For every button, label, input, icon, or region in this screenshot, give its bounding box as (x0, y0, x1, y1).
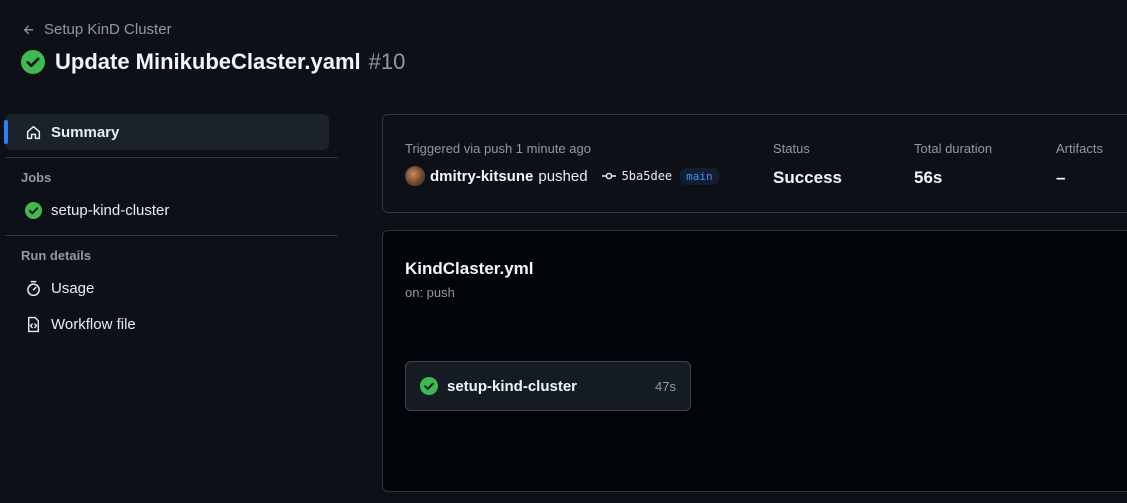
workflow-run-page: Setup KinD Cluster Update MinikubeClaste… (0, 0, 1127, 503)
commit-link[interactable]: 5ba5dee (601, 168, 673, 184)
artifacts-label: Artifacts (1056, 141, 1103, 156)
check-circle-fill-icon (420, 377, 438, 395)
sidebar-item-label: Summary (51, 123, 120, 141)
job-duration: 47s (655, 378, 676, 394)
commit-sha: 5ba5dee (621, 169, 673, 183)
branch-badge[interactable]: main (680, 167, 719, 185)
run-title-text: Update MinikubeClaster.yaml (55, 49, 361, 74)
sidebar-item-summary[interactable]: Summary (4, 114, 329, 150)
page-title: Update MinikubeClaster.yaml #10 (21, 49, 405, 75)
action-text: pushed (538, 167, 588, 185)
git-commit-icon (601, 172, 616, 180)
run-summary-card: Triggered via push 1 minute ago dmitry-k… (382, 114, 1127, 213)
check-circle-fill-icon (25, 201, 42, 219)
sidebar-divider (5, 235, 338, 236)
trigger-text: Triggered via push 1 minute ago (405, 141, 591, 156)
workflow-trigger: on: push (405, 285, 455, 300)
sidebar-item-job-setup-kind-cluster[interactable]: setup-kind-cluster (5, 192, 329, 228)
trigger-details: dmitry-kitsune pushed 5ba5dee main (405, 166, 719, 186)
status-value: Success (773, 168, 842, 187)
artifacts-value: – (1056, 168, 1066, 187)
trigger-column: Triggered via push 1 minute ago dmitry-k… (405, 141, 719, 186)
duration-column: Total duration 56s (914, 141, 992, 188)
sidebar-divider (5, 157, 338, 158)
avatar[interactable] (405, 166, 425, 186)
file-code-icon (28, 316, 39, 332)
stopwatch-icon (27, 280, 40, 296)
sidebar-item-label: Workflow file (51, 315, 136, 333)
actor-link[interactable]: dmitry-kitsune (430, 168, 533, 185)
duration-label: Total duration (914, 141, 993, 156)
sidebar-item-workflow-file[interactable]: Workflow file (5, 306, 329, 342)
home-icon (26, 125, 41, 139)
sidebar-item-usage[interactable]: Usage (5, 270, 329, 306)
sidebar-item-label: Usage (51, 279, 95, 297)
workflow-graph: KindClaster.yml on: push setup-kind-clus… (382, 230, 1127, 492)
job-node-setup-kind-cluster[interactable]: setup-kind-cluster 47s (405, 361, 691, 411)
status-label: Status (773, 141, 810, 156)
sidebar-item-label: setup-kind-cluster (51, 201, 170, 219)
status-column: Status Success (773, 141, 842, 188)
workflow-file-name[interactable]: KindClaster.yml (405, 259, 534, 279)
back-to-workflow-link[interactable]: Setup KinD Cluster (22, 21, 172, 38)
job-name: setup-kind-cluster (447, 377, 578, 395)
check-circle-fill-icon (21, 50, 45, 74)
jobs-heading: Jobs (21, 170, 52, 185)
run-number: #10 (368, 49, 406, 74)
arrow-left-icon (23, 24, 34, 34)
artifacts-column: Artifacts – (1056, 141, 1103, 188)
duration-value: 56s (914, 168, 943, 187)
back-link-label: Setup KinD Cluster (44, 21, 172, 38)
run-details-heading: Run details (21, 248, 92, 263)
run-sidebar: Summary Jobs setup-kind-cluster Run deta… (0, 114, 338, 342)
